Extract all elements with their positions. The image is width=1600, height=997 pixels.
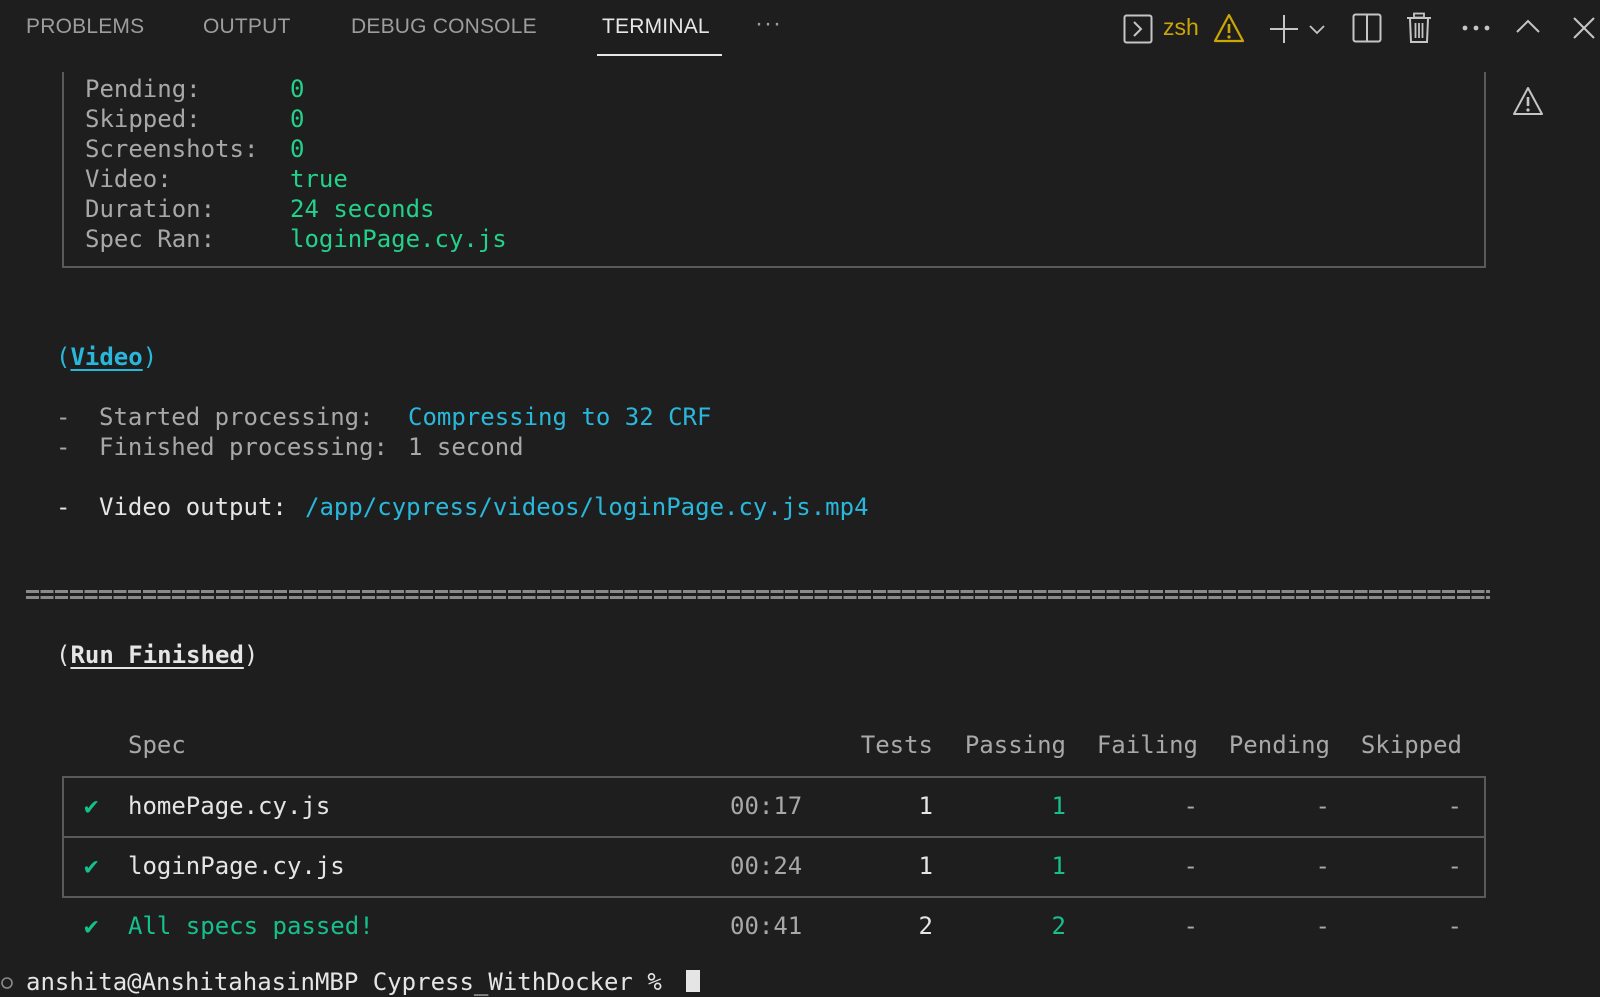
total-duration: 00:41 xyxy=(730,912,803,940)
pending-count: - xyxy=(1315,852,1330,880)
spec-name: loginPage.cy.js xyxy=(128,852,345,880)
prompt-status-icon xyxy=(1,977,13,989)
result-label: Pending: xyxy=(85,75,201,103)
tab-problems[interactable]: PROBLEMS xyxy=(26,15,144,39)
passing-count: 1 xyxy=(1051,852,1066,880)
column-header-skipped: Skipped xyxy=(1360,731,1462,759)
run-finished-heading: (Run Finished) xyxy=(56,641,259,669)
run-finished-heading-text: Run Finished xyxy=(70,641,244,669)
started-processing-label: Started processing: xyxy=(99,403,374,431)
result-value: 0 xyxy=(290,105,305,133)
result-label: Video: xyxy=(85,165,172,193)
column-header-failing: Failing xyxy=(1096,731,1198,759)
result-value: 0 xyxy=(290,135,305,163)
new-terminal-icon[interactable] xyxy=(1268,13,1300,45)
results-box xyxy=(62,72,1486,268)
spec-name: homePage.cy.js xyxy=(128,792,331,820)
video-heading-text: Video xyxy=(70,343,143,371)
finished-processing-label: Finished processing: xyxy=(99,433,388,461)
check-icon: ✔ xyxy=(84,852,99,880)
check-icon: ✔ xyxy=(84,912,99,940)
result-label: Screenshots: xyxy=(85,135,259,163)
chevron-down-icon[interactable] xyxy=(1308,24,1326,36)
passing-count: 1 xyxy=(1051,792,1066,820)
terminal-icon[interactable] xyxy=(1123,14,1153,44)
failing-count: - xyxy=(1183,792,1198,820)
bullet: - xyxy=(56,403,71,431)
tab-output[interactable]: OUTPUT xyxy=(203,15,291,39)
warning-icon[interactable] xyxy=(1213,13,1245,43)
pending-count: - xyxy=(1315,792,1330,820)
column-header-tests: Tests xyxy=(860,731,933,759)
tab-debug-console[interactable]: DEBUG CONSOLE xyxy=(351,15,537,39)
split-terminal-icon[interactable] xyxy=(1352,13,1382,43)
total-pending: - xyxy=(1315,912,1330,940)
total-failing: - xyxy=(1183,912,1198,940)
bullet: - xyxy=(56,433,71,461)
video-output-path[interactable]: /app/cypress/videos/loginPage.cy.js.mp4 xyxy=(305,492,869,522)
shell-prompt[interactable]: anshita@AnshitahasinMBP Cypress_WithDock… xyxy=(26,967,676,997)
result-label: Duration: xyxy=(85,195,216,223)
row-divider xyxy=(62,836,1486,838)
spec-duration: 00:17 xyxy=(730,792,803,820)
result-label: Skipped: xyxy=(85,105,201,133)
maximize-panel-icon[interactable] xyxy=(1515,18,1541,34)
total-skipped: - xyxy=(1447,912,1462,940)
spec-duration: 00:24 xyxy=(730,852,803,880)
started-processing-value: Compressing to 32 CRF xyxy=(408,403,712,431)
column-header-passing: Passing xyxy=(964,731,1066,759)
tests-count: 1 xyxy=(918,792,933,820)
side-warning-icon[interactable] xyxy=(1512,86,1544,116)
separator-line xyxy=(26,590,1490,600)
tests-count: 1 xyxy=(918,852,933,880)
bullet: - xyxy=(56,493,71,521)
result-value: true xyxy=(290,165,348,193)
active-tab-indicator xyxy=(597,54,722,56)
summary-text: All specs passed! xyxy=(128,912,374,940)
video-heading: (Video) xyxy=(56,343,158,371)
check-icon: ✔ xyxy=(84,792,99,820)
column-header-pending: Pending xyxy=(1228,731,1330,759)
panel-header: PROBLEMS OUTPUT DEBUG CONSOLE TERMINAL ·… xyxy=(0,0,1600,58)
video-output-label: Video output: xyxy=(99,493,287,521)
total-passing: 2 xyxy=(1051,912,1066,940)
more-actions-icon[interactable] xyxy=(1461,24,1491,32)
result-value: loginPage.cy.js xyxy=(290,225,507,253)
finished-processing-value: 1 second xyxy=(408,433,524,461)
failing-count: - xyxy=(1183,852,1198,880)
skipped-count: - xyxy=(1447,792,1462,820)
result-value: 24 seconds xyxy=(290,195,435,223)
total-tests: 2 xyxy=(918,912,933,940)
trash-icon[interactable] xyxy=(1406,12,1432,44)
skipped-count: - xyxy=(1447,852,1462,880)
terminal-cursor xyxy=(686,970,700,992)
column-header-spec: Spec xyxy=(128,731,186,759)
result-value: 0 xyxy=(290,75,305,103)
shell-name[interactable]: zsh xyxy=(1163,14,1199,41)
close-panel-icon[interactable] xyxy=(1572,16,1596,40)
result-label: Spec Ran: xyxy=(85,225,216,253)
more-tabs-button[interactable]: ··· xyxy=(755,10,782,38)
tab-terminal[interactable]: TERMINAL xyxy=(602,15,710,39)
